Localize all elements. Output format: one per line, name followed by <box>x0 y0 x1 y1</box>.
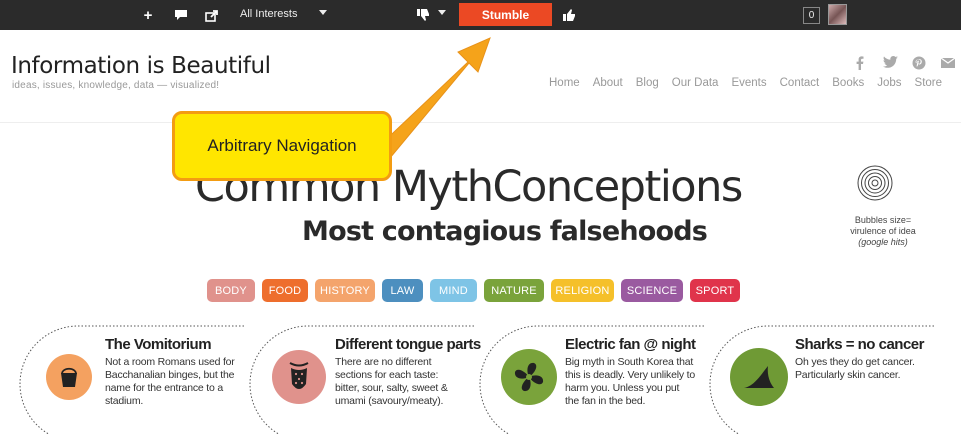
annotation-callout: Arbitrary Navigation <box>172 111 392 181</box>
annotation-arrow-icon <box>374 37 491 159</box>
